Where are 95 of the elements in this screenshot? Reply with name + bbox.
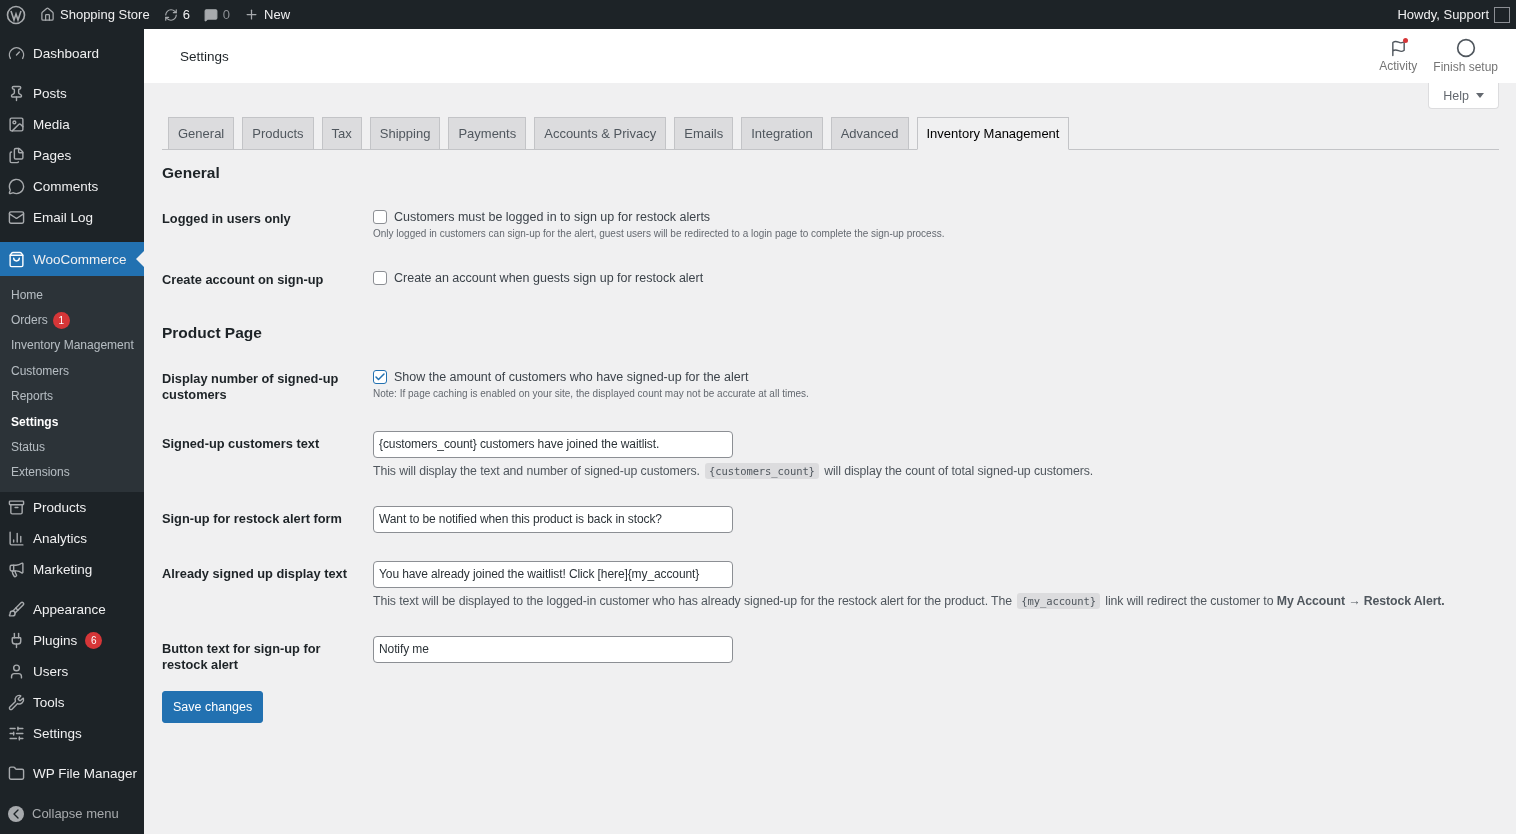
menu-item[interactable]: WP File Manager xyxy=(0,758,144,790)
menu-item[interactable]: Analytics xyxy=(0,523,144,555)
menu-item[interactable]: WooCommerce xyxy=(0,242,144,276)
avatar-icon xyxy=(1494,6,1510,23)
menu-item[interactable]: Settings xyxy=(0,718,144,750)
settings-tab[interactable]: Products xyxy=(242,117,314,150)
pages-icon xyxy=(8,147,25,164)
settings-tab[interactable]: Inventory Management xyxy=(916,117,1070,150)
menu-item[interactable]: Appearance xyxy=(0,594,144,626)
header-action[interactable]: Activity xyxy=(1371,39,1426,73)
comment-icon xyxy=(8,178,25,195)
menu-item[interactable]: Posts xyxy=(0,78,144,109)
wrench-icon xyxy=(8,694,25,712)
save-button[interactable]: Save changes xyxy=(162,690,264,723)
page-title: Settings xyxy=(180,48,230,64)
pin-icon xyxy=(8,85,25,102)
field-label: Sign-up for restock alert form xyxy=(162,509,343,528)
submenu-item[interactable]: Inventory Management xyxy=(0,332,144,359)
brush-icon xyxy=(8,601,25,619)
checkbox-label: Customers must be logged in to sign up for restock alerts xyxy=(394,210,711,224)
text-field[interactable]: {customers_count} customers have joined the waitlist. xyxy=(373,430,733,458)
field-description: This will display the text and number of signed-up customers. {customers_count} will display the count of total signed-up customers. xyxy=(373,463,1095,478)
home-icon xyxy=(40,7,55,22)
text-field[interactable]: Notify me xyxy=(373,635,733,663)
menu-item[interactable]: Pages xyxy=(0,140,144,171)
submenu-item[interactable]: Reports xyxy=(0,383,144,409)
submenu-item[interactable]: Customers xyxy=(0,358,144,384)
checkbox[interactable] xyxy=(373,210,387,224)
submenu-item[interactable]: Status xyxy=(0,434,144,460)
bag-icon xyxy=(8,250,25,268)
dashboard-icon xyxy=(8,45,25,62)
circle-icon xyxy=(1455,38,1476,58)
settings-tab[interactable]: General xyxy=(168,117,235,150)
menu-item[interactable]: Comments xyxy=(0,171,144,202)
envelope-icon xyxy=(8,209,25,226)
checkbox-label: Create an account when guests sign up for restock alert xyxy=(394,271,704,285)
comment-icon xyxy=(203,7,218,22)
box-icon xyxy=(8,499,25,517)
header-action[interactable]: Finish setup xyxy=(1425,38,1506,74)
menu-item[interactable]: Tools xyxy=(0,687,144,719)
field-label: Button text for sign-up for restock alert xyxy=(162,639,322,673)
text-field[interactable]: Want to be notified when this product is back in stock? xyxy=(373,505,733,533)
submenu-item[interactable]: Settings xyxy=(0,408,144,435)
menu-item[interactable]: Marketing xyxy=(0,554,144,586)
menu-item[interactable]: Plugins 6 xyxy=(0,625,144,657)
checkbox[interactable] xyxy=(373,370,387,384)
section-heading: Product Page xyxy=(162,324,263,342)
account-link[interactable]: Howdy, Support xyxy=(1397,6,1510,23)
submenu-item[interactable]: Extensions xyxy=(0,459,144,486)
count-badge: 1 xyxy=(52,311,70,329)
field-label: Display number of signed-up customers xyxy=(162,370,340,403)
field-description: Only logged in customers can sign-up for the alert, guest users will be redirected to a login page to complete the sign-up process. xyxy=(373,228,946,239)
updates-link[interactable]: 6 xyxy=(163,7,190,22)
count-badge: 6 xyxy=(85,632,103,650)
comments-link[interactable]: 0 xyxy=(203,7,231,22)
collapse-menu-button[interactable]: Collapse menu xyxy=(0,798,144,830)
settings-tab[interactable]: Integration xyxy=(741,117,823,150)
field-label: Create account on sign-up xyxy=(162,271,325,288)
section-heading: General xyxy=(162,164,221,182)
refresh-icon xyxy=(163,7,178,22)
bar-chart-icon xyxy=(8,530,25,548)
field-description: This text will be displayed to the logged-in customer who has already signed-up for the restock alert for the product. The {my_account} link will redirect the customer to My Account → Restock Alert. xyxy=(373,593,1446,608)
menu-item[interactable]: Media xyxy=(0,109,144,140)
submenu-item[interactable]: Orders 1 xyxy=(0,307,144,333)
settings-tab[interactable]: Payments xyxy=(448,117,527,150)
wordpress-logo-icon[interactable] xyxy=(6,4,26,25)
text-field[interactable]: You have already joined the waitlist! Click [here]{my_account} xyxy=(373,560,733,588)
field-label: Logged in users only xyxy=(162,210,292,228)
new-link[interactable]: New xyxy=(244,7,291,22)
field-label: Signed-up customers text xyxy=(162,434,321,453)
settings-tab[interactable]: Shipping xyxy=(369,117,441,150)
site-name-link[interactable]: Shopping Store xyxy=(40,7,150,22)
settings-tab[interactable]: Emails xyxy=(674,117,734,150)
submenu-item[interactable]: Home xyxy=(0,282,144,308)
menu-item[interactable]: Dashboard xyxy=(0,38,144,69)
settings-tab[interactable]: Accounts & Privacy xyxy=(534,117,667,150)
flag-icon xyxy=(1389,39,1407,57)
folder-icon xyxy=(8,765,25,783)
menu-item[interactable]: Users xyxy=(0,656,144,688)
caret-icon xyxy=(1476,93,1484,98)
user-icon xyxy=(8,663,25,681)
menu-item[interactable]: Email Log xyxy=(0,202,144,233)
settings-tab[interactable]: Tax xyxy=(321,117,362,150)
plus-icon xyxy=(244,7,260,22)
media-icon xyxy=(8,116,25,133)
field-label: Already signed up display text xyxy=(162,564,348,583)
sliders-icon xyxy=(8,725,25,743)
help-button[interactable]: Help xyxy=(1428,83,1499,109)
checkbox-label: Show the amount of customers who have signed-up for the alert xyxy=(394,370,749,384)
collapse-icon xyxy=(8,805,24,822)
checkbox[interactable] xyxy=(373,271,387,285)
megaphone-icon xyxy=(8,561,25,579)
settings-tab[interactable]: Advanced xyxy=(830,117,909,150)
field-description: Note: If page caching is enabled on your site, the displayed count may not be accurate at all times. xyxy=(373,388,810,399)
menu-item[interactable]: Products xyxy=(0,492,144,524)
